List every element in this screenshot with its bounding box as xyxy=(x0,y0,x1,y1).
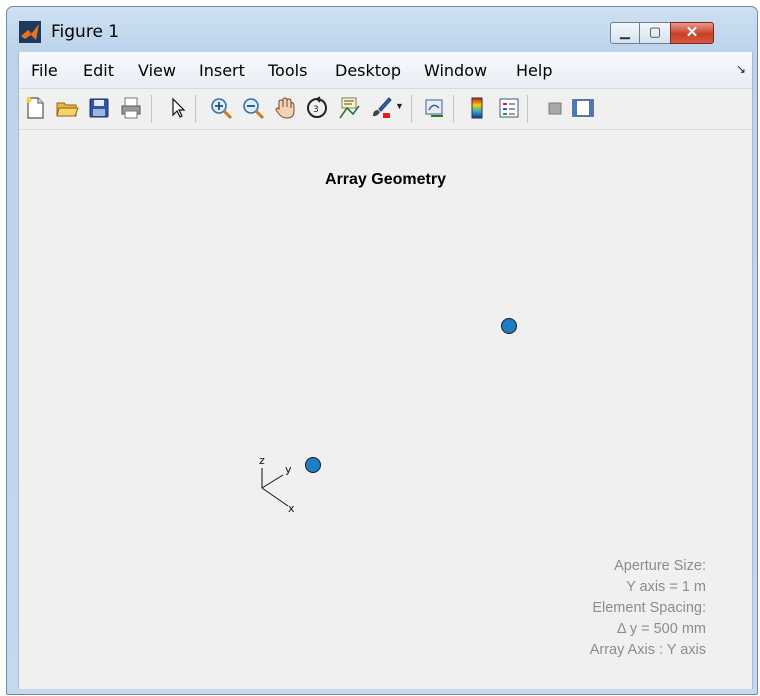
array-info-annotation: Aperture Size: Y axis = 1 m Element Spac… xyxy=(590,556,706,661)
matlab-logo-icon xyxy=(19,21,41,43)
figure-client-area: File Edit View Insert Tools Desktop Wind… xyxy=(18,52,753,689)
plot-title: Array Geometry xyxy=(325,171,446,188)
edit-plot-arrow-icon[interactable] xyxy=(165,96,189,120)
menu-insert[interactable]: Insert xyxy=(199,61,245,80)
element-spacing-value: Δ y = 500 mm xyxy=(616,621,706,637)
data-cursor-icon[interactable] xyxy=(337,96,361,120)
toolbar-separator xyxy=(195,95,196,123)
new-figure-icon[interactable] xyxy=(23,96,47,120)
svg-text:3: 3 xyxy=(313,105,319,115)
menu-tools[interactable]: Tools xyxy=(268,61,307,80)
insert-legend-icon[interactable] xyxy=(497,96,521,120)
menu-view[interactable]: View xyxy=(138,61,176,80)
axes-triad: z y x xyxy=(255,454,305,520)
figure-canvas[interactable]: Array Geometry z y x Aperture Size: Y ax… xyxy=(19,130,752,689)
menu-help[interactable]: Help xyxy=(516,61,552,80)
show-plot-tools-icon[interactable] xyxy=(571,96,595,120)
menubar-dock-arrow-icon[interactable]: ↘ xyxy=(736,62,746,76)
minimize-icon: ▁ xyxy=(620,24,630,39)
toolbar-separator xyxy=(151,95,152,123)
menu-bar: File Edit View Insert Tools Desktop Wind… xyxy=(19,52,752,89)
open-file-icon[interactable] xyxy=(55,96,79,120)
zoom-out-icon[interactable] xyxy=(241,96,265,120)
toolbar-separator xyxy=(411,95,412,123)
menu-window[interactable]: Window xyxy=(424,61,487,80)
triad-x-label: x xyxy=(288,502,295,515)
toolbar-separator xyxy=(527,95,528,123)
zoom-in-icon[interactable] xyxy=(209,96,233,120)
minimize-button[interactable]: ▁ xyxy=(610,22,640,44)
array-element-1[interactable] xyxy=(501,318,517,334)
triad-z-label: z xyxy=(259,454,265,467)
window-title: Figure 1 xyxy=(51,22,120,42)
maximize-button[interactable]: ▢ xyxy=(639,22,671,44)
menu-desktop[interactable]: Desktop xyxy=(335,61,401,80)
print-figure-icon[interactable] xyxy=(119,96,143,120)
figure-toolbar: 3 ▼ xyxy=(19,89,752,130)
maximize-icon: ▢ xyxy=(648,24,662,39)
menu-file[interactable]: File xyxy=(31,61,58,80)
array-axis-value: Array Axis : Y axis xyxy=(589,642,706,658)
hide-plot-tools-icon[interactable] xyxy=(543,96,567,120)
element-spacing-label: Element Spacing: xyxy=(592,600,706,616)
axes-triad-lines xyxy=(261,468,289,507)
toolbar-separator xyxy=(453,95,454,123)
save-figure-icon[interactable] xyxy=(87,96,111,120)
brush-dropdown-icon[interactable]: ▼ xyxy=(395,101,404,111)
array-element-2[interactable] xyxy=(305,457,321,473)
pan-hand-icon[interactable] xyxy=(273,96,297,120)
aperture-size-value: Y axis = 1 m xyxy=(626,579,706,595)
insert-colorbar-icon[interactable] xyxy=(465,96,489,120)
link-plot-icon[interactable] xyxy=(423,96,447,120)
close-icon: ✕ xyxy=(685,24,699,41)
triad-y-label: y xyxy=(285,463,292,476)
brush-icon[interactable] xyxy=(369,96,393,120)
close-button[interactable]: ✕ xyxy=(670,22,714,44)
aperture-size-label: Aperture Size: xyxy=(614,558,706,574)
rotate-3d-icon[interactable]: 3 xyxy=(305,96,329,120)
menu-edit[interactable]: Edit xyxy=(83,61,114,80)
